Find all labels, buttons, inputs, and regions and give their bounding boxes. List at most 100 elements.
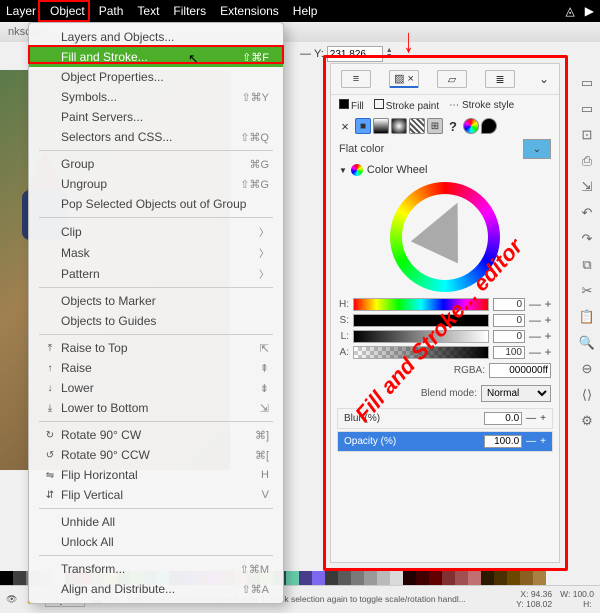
tool-redo-icon[interactable]: ↷ [582, 230, 593, 248]
menu-item[interactable]: Transform...⇧⌘M [29, 559, 283, 579]
tool-new-icon[interactable]: ▭ [581, 74, 593, 92]
palette-color[interactable] [416, 571, 429, 585]
palette-color[interactable] [403, 571, 416, 585]
minus-icon[interactable]: — [529, 345, 539, 359]
palette-color[interactable] [533, 571, 546, 585]
palette-color[interactable] [338, 571, 351, 585]
mode-heart-icon[interactable] [481, 118, 497, 134]
palette-color[interactable] [351, 571, 364, 585]
tool-open-icon[interactable]: ▭ [581, 100, 593, 118]
mode-none-icon[interactable]: × [337, 118, 353, 134]
menu-item[interactable]: ↑Raise⇞ [29, 358, 283, 378]
slider-value[interactable]: 0 [493, 330, 525, 343]
palette-color[interactable] [299, 571, 312, 585]
menu-item[interactable]: Pattern〉 [29, 263, 283, 284]
mode-radial-icon[interactable] [391, 118, 407, 134]
menu-item[interactable]: Object Properties... [29, 67, 283, 87]
menu-item[interactable]: Group⌘G [29, 154, 283, 174]
tool-export-icon[interactable]: ⇲ [582, 178, 593, 196]
mode-pattern-icon[interactable] [409, 118, 425, 134]
mode-flat-icon[interactable]: ■ [355, 118, 371, 134]
tool-undo-icon[interactable]: ↶ [582, 204, 593, 222]
palette-color[interactable] [481, 571, 494, 585]
panel-tab-4[interactable]: ≣ [485, 70, 515, 88]
palette-color[interactable] [286, 571, 299, 585]
palette-color[interactable] [494, 571, 507, 585]
plus-icon[interactable]: + [543, 345, 553, 359]
menu-item[interactable]: Symbols...⇧⌘Y [29, 87, 283, 107]
menu-item[interactable]: Objects to Guides [29, 311, 283, 331]
menu-item[interactable]: Paint Servers... [29, 107, 283, 127]
palette-color[interactable] [312, 571, 325, 585]
opacity-minus-icon[interactable]: — [526, 436, 536, 447]
spin-down-icon[interactable]: ▼ [386, 54, 393, 60]
blur-input[interactable] [484, 412, 522, 425]
plus-icon[interactable]: + [543, 329, 553, 343]
subtab-stroke-paint[interactable]: Stroke paint [374, 99, 439, 112]
blend-select[interactable]: Normal [481, 385, 551, 402]
minus-icon[interactable]: — [529, 297, 539, 311]
tool-paste-icon[interactable]: 📋 [579, 308, 595, 326]
minus-icon[interactable]: — [529, 313, 539, 327]
plus-icon[interactable]: + [543, 297, 553, 311]
menu-layer[interactable]: Layer [6, 4, 36, 18]
menu-item[interactable]: ⇵Flip VerticalV [29, 485, 283, 505]
palette-color[interactable] [507, 571, 520, 585]
mode-unknown-icon[interactable]: ? [445, 118, 461, 134]
menu-path[interactable]: Path [99, 4, 124, 18]
coord-y-input[interactable] [327, 46, 383, 62]
slider-value[interactable]: 100 [493, 346, 525, 359]
palette-color[interactable] [364, 571, 377, 585]
menu-item[interactable]: ↓Lower⇟ [29, 378, 283, 398]
tool-zoom-in-icon[interactable]: 🔍 [579, 334, 595, 352]
palette-color[interactable] [468, 571, 481, 585]
slider-value[interactable]: 0 [493, 298, 525, 311]
opacity-plus-icon[interactable]: + [540, 436, 546, 447]
menu-extensions[interactable]: Extensions [220, 4, 279, 18]
panel-tab-fill-stroke[interactable]: ▨ × [389, 70, 419, 88]
opacity-input[interactable] [484, 435, 522, 448]
tool-cut-icon[interactable]: ✂ [582, 282, 593, 300]
palette-color[interactable] [390, 571, 403, 585]
mode-linear-icon[interactable] [373, 118, 389, 134]
mode-swatch-icon[interactable]: ⊞ [427, 118, 443, 134]
menu-item[interactable]: Align and Distribute...⇧⌘A [29, 579, 283, 599]
palette-color[interactable] [0, 571, 13, 585]
color-swatch[interactable]: ⌄ [523, 139, 551, 159]
tool-xml-icon[interactable]: ⟨⟩ [582, 386, 592, 404]
palette-color[interactable] [442, 571, 455, 585]
tool-copy-icon[interactable]: ⧉ [582, 256, 591, 274]
disclosure-triangle-icon[interactable]: ▼ [339, 166, 347, 175]
menu-text[interactable]: Text [137, 4, 159, 18]
blur-minus-icon[interactable]: — [526, 413, 536, 424]
minus-icon[interactable]: — [529, 329, 539, 343]
menu-item[interactable]: ⇋Flip HorizontalH [29, 465, 283, 485]
play-icon[interactable]: ▶ [585, 4, 594, 18]
menu-item[interactable]: Objects to Marker [29, 291, 283, 311]
menu-item[interactable]: Layers and Objects... [29, 27, 283, 47]
mode-mesh-icon[interactable] [463, 118, 479, 134]
rgba-input[interactable] [489, 363, 551, 378]
tool-save-icon[interactable]: ⊡ [582, 126, 593, 144]
menu-item[interactable]: Fill and Stroke...⇧⌘F [29, 47, 283, 67]
panel-menu-chevron-icon[interactable]: ⌄ [539, 72, 549, 86]
menu-item[interactable]: Unlock All [29, 532, 283, 552]
palette-color[interactable] [325, 571, 338, 585]
palette-color[interactable] [520, 571, 533, 585]
menu-item[interactable]: Mask〉 [29, 242, 283, 263]
menu-item[interactable]: Ungroup⇧⌘G [29, 174, 283, 194]
spin-down-icon[interactable]: — [300, 48, 311, 60]
menu-item[interactable]: Pop Selected Objects out of Group [29, 194, 283, 214]
palette-color[interactable] [13, 571, 26, 585]
menu-item[interactable]: Selectors and CSS...⇧⌘Q [29, 127, 283, 147]
plus-icon[interactable]: + [543, 313, 553, 327]
slider-value[interactable]: 0 [493, 314, 525, 327]
tool-print-icon[interactable]: ⎙ [582, 152, 592, 170]
blur-plus-icon[interactable]: + [540, 413, 546, 424]
panel-tab-1[interactable]: ≡ [341, 70, 371, 88]
menu-item[interactable]: ⤒Raise to Top⇱ [29, 338, 283, 358]
menu-item[interactable]: ↺Rotate 90° CCW⌘[ [29, 445, 283, 465]
tool-prefs-icon[interactable]: ⚙ [581, 412, 593, 430]
tool-zoom-out-icon[interactable]: ⊖ [582, 360, 593, 378]
subtab-stroke-style[interactable]: ⋯ Stroke style [449, 100, 514, 111]
